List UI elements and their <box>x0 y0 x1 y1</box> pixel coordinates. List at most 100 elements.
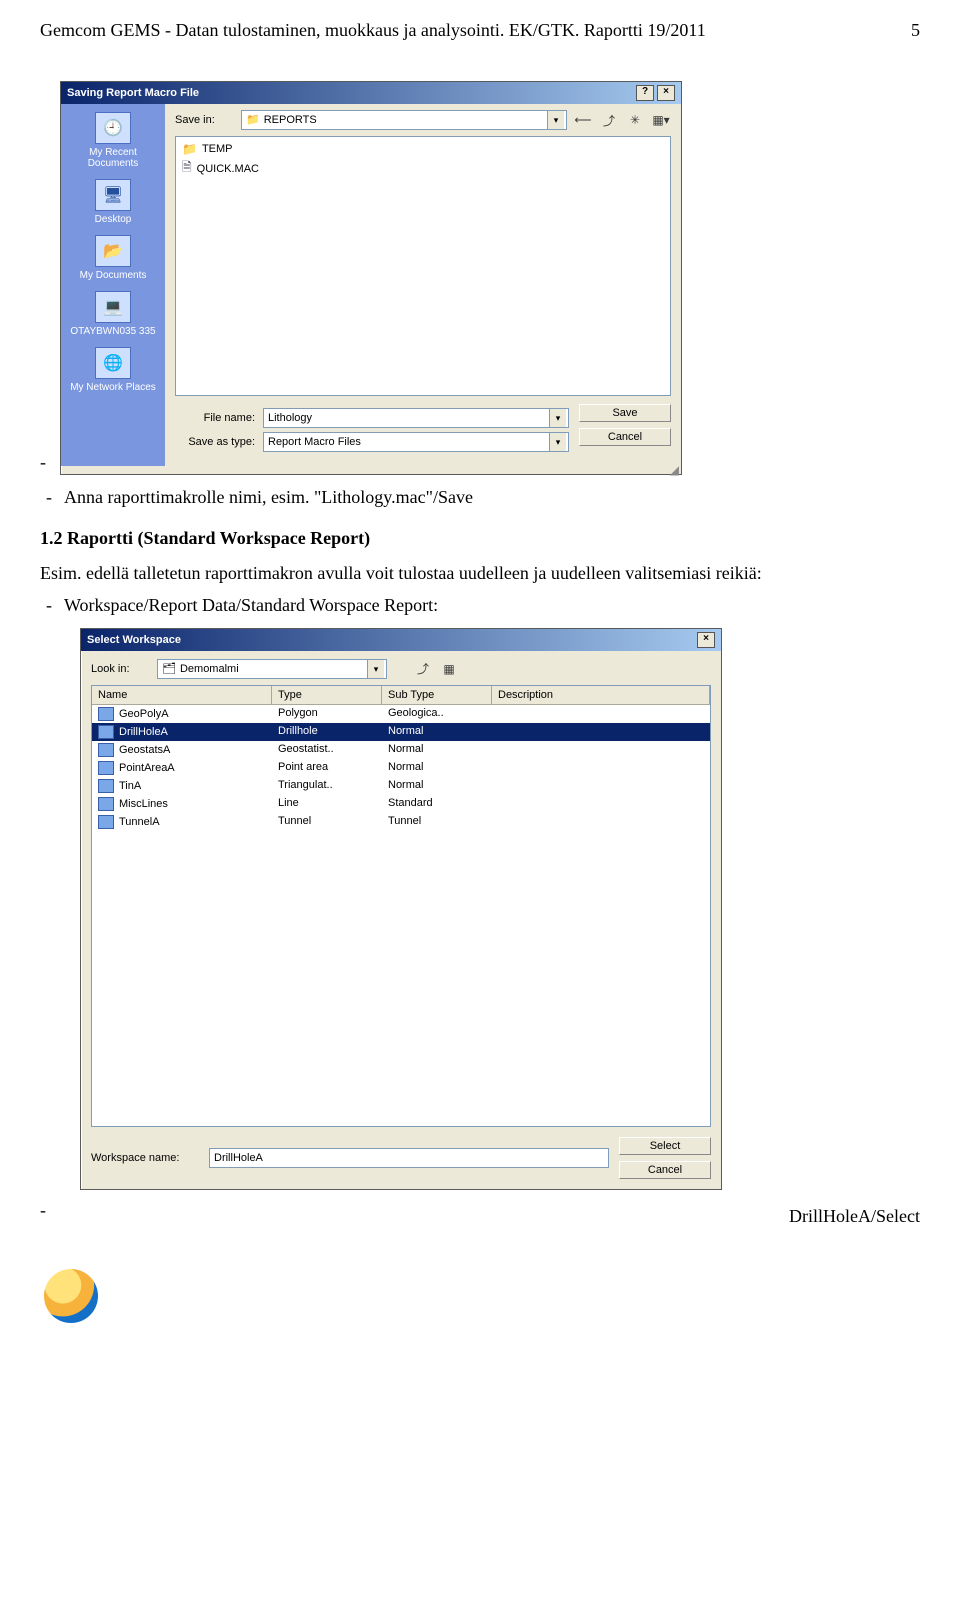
close-icon[interactable]: × <box>657 85 675 101</box>
row-subtype: Standard <box>382 795 492 813</box>
dialog1-title: Saving Report Macro File <box>67 87 199 99</box>
file-name-value: Lithology <box>268 409 312 427</box>
drillhole-select-text: DrillHoleA/Select <box>789 1204 920 1229</box>
table-row[interactable]: MiscLinesLineStandard <box>92 795 710 813</box>
views-icon[interactable]: ▦ <box>439 659 459 679</box>
file-name-field[interactable]: Lithology <box>263 408 569 428</box>
row-name: TinA <box>119 780 141 792</box>
gtk-logo-icon <box>44 1269 98 1323</box>
row-subtype: Normal <box>382 759 492 777</box>
dash-before-dialog1: - <box>40 450 46 475</box>
close-icon[interactable]: × <box>697 632 715 648</box>
places-network[interactable]: 🌐 My Network Places <box>70 347 156 393</box>
places-label: My Recent Documents <box>65 147 161 169</box>
table-row[interactable]: PointAreaAPoint areaNormal <box>92 759 710 777</box>
row-name: TunnelA <box>119 816 160 828</box>
row-desc <box>492 813 710 831</box>
row-desc <box>492 723 710 741</box>
computer-icon: 💻 <box>95 291 131 323</box>
page-header: Gemcom GEMS - Datan tulostaminen, muokka… <box>40 20 920 41</box>
places-label: My Documents <box>80 270 147 281</box>
bullet-workspace-report: Workspace/Report Data/Standard Worspace … <box>64 593 920 618</box>
places-desktop[interactable]: 🖥 Desktop <box>95 179 132 225</box>
row-name: DrillHoleA <box>119 726 168 738</box>
row-desc <box>492 759 710 777</box>
table-row[interactable]: DrillHoleA DrillholeNormal <box>92 723 710 741</box>
row-desc <box>492 795 710 813</box>
row-type: Tunnel <box>272 813 382 831</box>
views-icon[interactable]: ▦▾ <box>651 110 671 130</box>
workspace-icon <box>98 815 114 829</box>
folder-icon <box>182 142 197 156</box>
row-type: Drillhole <box>272 723 382 741</box>
row-type: Line <box>272 795 382 813</box>
dash-before-drillhole: - <box>40 1198 46 1223</box>
workspace-name-label: Workspace name: <box>91 1152 201 1164</box>
places-computer[interactable]: 💻 OTAYBWN035 335 <box>70 291 155 337</box>
save-in-value: REPORTS <box>264 111 317 129</box>
places-label: OTAYBWN035 335 <box>70 326 155 337</box>
places-label: My Network Places <box>70 382 156 393</box>
places-mydocs[interactable]: 📂 My Documents <box>80 235 147 281</box>
workspace-icon <box>98 779 114 793</box>
select-button[interactable]: Select <box>619 1137 711 1155</box>
workspace-name-field[interactable]: DrillHoleA <box>209 1148 609 1168</box>
save-type-combo[interactable]: Report Macro Files <box>263 432 569 452</box>
row-subtype: Normal <box>382 741 492 759</box>
header-title: Gemcom GEMS - Datan tulostaminen, muokka… <box>40 20 706 41</box>
row-type: Geostatist.. <box>272 741 382 759</box>
save-in-combo[interactable]: 📁REPORTS <box>241 110 567 130</box>
row-type: Polygon <box>272 705 382 723</box>
cancel-button[interactable]: Cancel <box>619 1161 711 1179</box>
workspace-icon <box>98 707 114 721</box>
documents-icon: 📂 <box>95 235 131 267</box>
table-row[interactable]: TinATriangulat..Normal <box>92 777 710 795</box>
desktop-icon: 🖥 <box>95 179 131 211</box>
row-desc <box>492 741 710 759</box>
col-name[interactable]: Name <box>92 686 272 704</box>
recent-documents-icon: 🕘 <box>95 112 131 144</box>
places-bar: 🕘 My Recent Documents 🖥 Desktop 📂 My Doc… <box>61 104 165 466</box>
save-report-macro-dialog: Saving Report Macro File ? × 🕘 My Recent… <box>60 81 682 475</box>
workspace-icon <box>98 725 114 739</box>
table-row[interactable]: GeoPolyA PolygonGeologica.. <box>92 705 710 723</box>
look-in-value: Demomalmi <box>180 660 239 678</box>
file-list[interactable]: TEMP QUICK.MAC <box>175 136 671 396</box>
help-icon[interactable]: ? <box>636 85 654 101</box>
list-item[interactable]: QUICK.MAC <box>180 157 666 180</box>
dialog1-titlebar: Saving Report Macro File ? × <box>61 82 681 104</box>
row-type: Triangulat.. <box>272 777 382 795</box>
places-label: Desktop <box>95 214 132 225</box>
col-type[interactable]: Type <box>272 686 382 704</box>
section-heading-1-2: 1.2 Raportti (Standard Workspace Report) <box>40 526 920 551</box>
workspace-list[interactable]: Name Type Sub Type Description GeoPolyA P… <box>91 685 711 1127</box>
paragraph-esim: Esim. edellä talletetun raporttimakron a… <box>40 561 920 586</box>
save-button[interactable]: Save <box>579 404 671 422</box>
row-subtype: Normal <box>382 723 492 741</box>
workspace-name-value: DrillHoleA <box>214 1149 263 1167</box>
row-name: GeoPolyA <box>119 708 169 720</box>
table-row[interactable]: GeostatsAGeostatist..Normal <box>92 741 710 759</box>
resize-grip-icon[interactable]: ◢ <box>61 466 681 474</box>
col-desc[interactable]: Description <box>492 686 710 704</box>
row-desc <box>492 705 710 723</box>
row-type: Point area <box>272 759 382 777</box>
list-item[interactable]: TEMP <box>180 141 666 157</box>
back-icon[interactable]: ⟵ <box>573 110 593 130</box>
workspace-list-header: Name Type Sub Type Description <box>92 686 710 705</box>
select-workspace-dialog: Select Workspace × Look in: 🗂Demomalmi ⤴… <box>80 628 722 1190</box>
dialog2-titlebar: Select Workspace × <box>81 629 721 651</box>
up-icon[interactable]: ⤴ <box>599 110 619 130</box>
col-subtype[interactable]: Sub Type <box>382 686 492 704</box>
file-name-label: File name: <box>175 412 255 424</box>
places-recent[interactable]: 🕘 My Recent Documents <box>65 112 161 169</box>
up-icon[interactable]: ⤴ <box>413 659 433 679</box>
new-folder-icon[interactable]: ✳ <box>625 110 645 130</box>
bullet-anna: Anna raporttimakrolle nimi, esim. "Litho… <box>64 485 920 510</box>
cancel-button[interactable]: Cancel <box>579 428 671 446</box>
row-subtype: Geologica.. <box>382 705 492 723</box>
table-row[interactable]: TunnelATunnelTunnel <box>92 813 710 831</box>
look-in-combo[interactable]: 🗂Demomalmi <box>157 659 387 679</box>
save-type-value: Report Macro Files <box>268 433 361 451</box>
save-type-label: Save as type: <box>175 436 255 448</box>
